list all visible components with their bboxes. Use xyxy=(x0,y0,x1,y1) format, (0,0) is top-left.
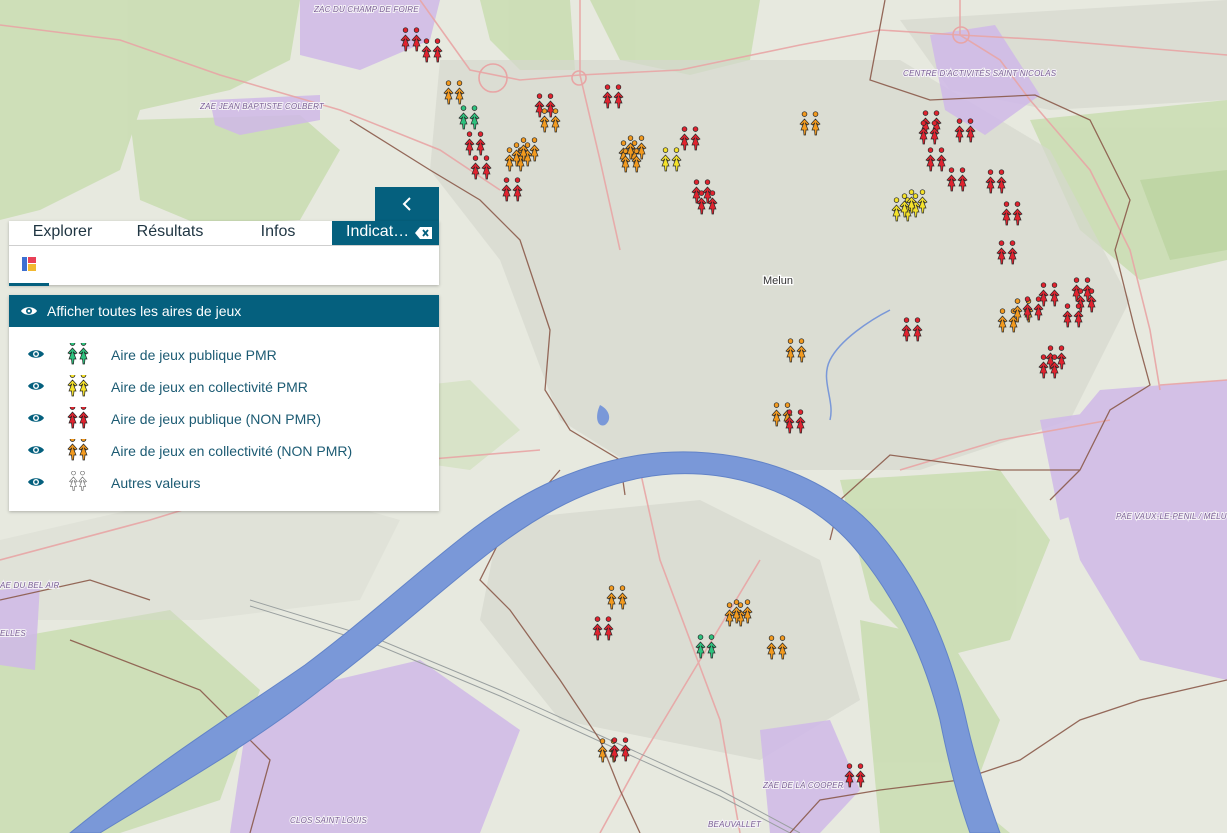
zone-label-colbert: ZAE JEAN BAPTISTE COLBERT xyxy=(199,102,325,111)
tab-label: Indicat… xyxy=(346,223,410,240)
legend-item-collectivite-non-pmr: Aire de jeux en collectivité (NON PMR) xyxy=(9,438,439,464)
zone-label-vaux-le-penil: PAE VAUX-LE-PENIL / MÉLU xyxy=(1116,512,1227,521)
subtab-legend[interactable] xyxy=(9,251,49,286)
playground-orange-icon xyxy=(67,439,89,461)
side-panel: Explorer Résultats Infos Indicat… xyxy=(9,221,439,286)
playground-yellow-icon xyxy=(67,375,89,397)
eye-icon[interactable] xyxy=(27,412,45,424)
zone-label-beauvallet: BEAUVALLET xyxy=(708,820,762,829)
tab-resultats[interactable]: Résultats xyxy=(116,221,224,245)
tab-indicateurs[interactable]: Indicat… xyxy=(332,221,439,245)
legend-item-label: Aire de jeux publique PMR xyxy=(111,347,277,363)
playground-green-icon xyxy=(67,343,89,365)
tab-bar: Explorer Résultats Infos Indicat… xyxy=(9,221,439,246)
tab-explorer[interactable]: Explorer xyxy=(9,221,116,245)
legend-item-collectivite-pmr: Aire de jeux en collectivité PMR xyxy=(9,374,439,400)
playground-red-icon xyxy=(67,407,89,429)
backspace-icon[interactable] xyxy=(415,226,433,240)
legend-item-label: Aire de jeux publique (NON PMR) xyxy=(111,411,322,427)
city-label-melun: Melun xyxy=(763,275,793,287)
eye-icon[interactable] xyxy=(27,476,45,488)
show-all-playgrounds-button[interactable]: Afficher toutes les aires de jeux xyxy=(9,295,439,327)
zone-label-champ-de-foire: ZAC DU CHAMP DE FOIRE xyxy=(313,5,419,14)
zone-label-saint-nicolas: CENTRE D'ACTIVITÉS SAINT NICOLAS xyxy=(903,69,1057,78)
zone-label-bel-air: AE DU BEL AIR xyxy=(0,581,60,590)
symbol-shape xyxy=(69,471,87,491)
legend-item-label: Aire de jeux en collectivité PMR xyxy=(111,379,308,395)
legend-item-publique-non-pmr: Aire de jeux publique (NON PMR) xyxy=(9,406,439,432)
symbol-shape xyxy=(67,375,89,397)
zone-label-clos-saint-louis: CLOS SAINT LOUIS xyxy=(290,816,367,825)
symbol-shape xyxy=(67,439,89,461)
eye-icon xyxy=(21,307,37,315)
zone-label-elles: ELLES xyxy=(0,629,26,638)
legend-icon xyxy=(22,257,36,271)
collapse-panel-button[interactable] xyxy=(375,187,439,221)
playground-white-icon xyxy=(69,471,87,491)
legend-header-label: Afficher toutes les aires de jeux xyxy=(47,303,242,319)
chevron-left-icon xyxy=(402,197,411,211)
tab-infos[interactable]: Infos xyxy=(224,221,332,245)
legend-item-publique-pmr: Aire de jeux publique PMR xyxy=(9,342,439,368)
legend-item-label: Aire de jeux en collectivité (NON PMR) xyxy=(111,443,353,459)
symbol-shape xyxy=(67,407,89,429)
legend-panel: Afficher toutes les aires de jeux Aire d… xyxy=(9,295,439,511)
tab-label: Infos xyxy=(260,223,296,240)
legend-item-label: Autres valeurs xyxy=(111,475,201,491)
tab-label: Résultats xyxy=(136,223,204,240)
symbol-shape xyxy=(67,343,89,365)
eye-icon[interactable] xyxy=(27,380,45,392)
tab-label: Explorer xyxy=(32,223,93,240)
legend-item-autres: Autres valeurs xyxy=(9,470,439,496)
eye-icon[interactable] xyxy=(27,444,45,456)
zone-label-cooper: ZAE DE LA COOPER xyxy=(762,781,844,790)
eye-icon[interactable] xyxy=(27,348,45,360)
